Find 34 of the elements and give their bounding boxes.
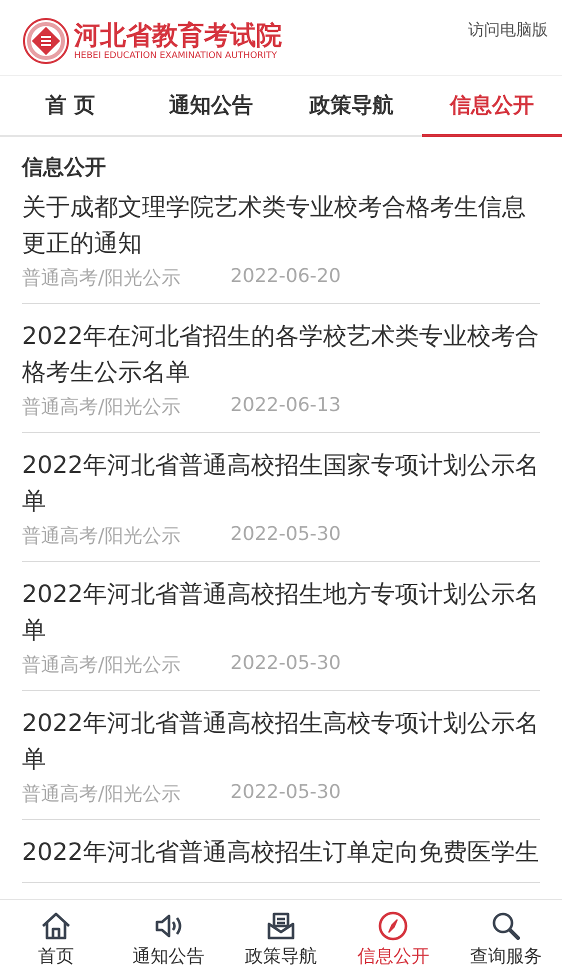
article-date: 2022-05-30 xyxy=(230,652,341,676)
site-title: 河北省教育考试院 xyxy=(74,20,282,50)
bottom-nav-item[interactable]: 首页 xyxy=(0,900,112,977)
nav-tab[interactable]: 通知公告 xyxy=(140,76,281,137)
site-subtitle: HEBEI EDUCATION EXAMINATION AUTHORITY xyxy=(74,50,278,62)
article-category: 普通高考/阳光公示 xyxy=(22,266,180,291)
bottom-nav-item[interactable]: 通知公告 xyxy=(112,900,225,977)
search-icon xyxy=(490,910,522,942)
article-link[interactable]: 关于成都文理学院艺术类专业校考合格考生信息更正的通知 xyxy=(22,189,540,261)
nav-tab[interactable]: 首 页 xyxy=(0,76,140,137)
article-link[interactable]: 2022年河北省普通高校招生订单定向免费医学生 xyxy=(22,834,540,870)
article-category: 普通高考/阳光公示 xyxy=(22,524,180,549)
article-link[interactable]: 2022年河北省普通高校招生地方专项计划公示名单 xyxy=(22,576,540,648)
article-date: 2022-06-20 xyxy=(230,265,341,289)
article-date: 2022-05-30 xyxy=(230,781,341,805)
bottom-nav-item[interactable]: 查询服务 xyxy=(450,900,562,977)
article-link[interactable]: 2022年河北省普通高校招生高校专项计划公示名单 xyxy=(22,705,540,777)
article-category: 普通高考/阳光公示 xyxy=(22,782,180,807)
document-icon xyxy=(265,910,298,942)
article-link[interactable]: 2022年河北省普通高校招生国家专项计划公示名单 xyxy=(22,447,540,519)
article-category: 普通高考/阳光公示 xyxy=(22,653,180,678)
desktop-version-link[interactable]: 访问电脑版 xyxy=(468,20,548,41)
article-date: 2022-06-13 xyxy=(230,394,341,418)
nav-tab[interactable]: 信息公开 xyxy=(422,76,562,137)
bottom-nav-item[interactable]: 政策导航 xyxy=(224,900,338,977)
article-category: 普通高考/阳光公示 xyxy=(22,395,180,420)
home-icon xyxy=(40,910,72,942)
article-link[interactable]: 2022年在河北省招生的各学校艺术类专业校考合格考生公示名单 xyxy=(22,318,540,390)
article-date: 2022-05-30 xyxy=(230,523,341,547)
compass-icon xyxy=(377,910,410,942)
nav-tab[interactable]: 政策导航 xyxy=(281,76,422,137)
section-title: 信息公开 xyxy=(22,154,107,181)
bottom-nav-item[interactable]: 信息公开 xyxy=(337,900,450,977)
seal-logo-icon xyxy=(22,17,70,65)
